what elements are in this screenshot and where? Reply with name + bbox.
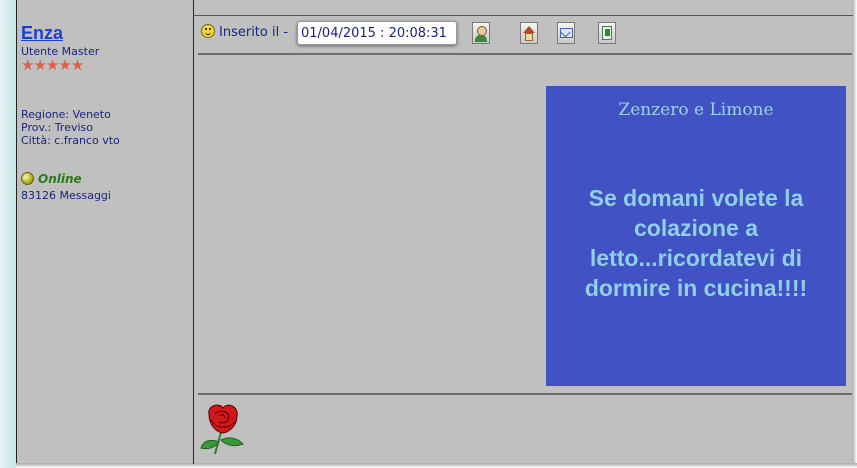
bottom-shadow — [16, 463, 857, 468]
inserted-label: Inserito il - — [219, 25, 289, 40]
quote-icon[interactable] — [598, 22, 616, 44]
message-card: Zenzero e Limone Se domani volete la col… — [546, 86, 846, 386]
online-icon — [21, 172, 34, 185]
rank-stars: ★★★★★ — [21, 56, 84, 74]
card-title: Zenzero e Limone — [618, 100, 774, 120]
message-count: 83126 Messaggi — [21, 189, 111, 202]
smiley-icon — [201, 24, 215, 38]
card-text: Se domani volete la colazione a letto...… — [584, 185, 808, 301]
email-icon[interactable] — [557, 22, 575, 44]
left-margin — [0, 0, 16, 468]
column-divider — [193, 0, 194, 464]
post-timestamp: 01/04/2015 : 20:08:31 — [297, 21, 457, 45]
author-province: Prov.: Treviso — [21, 121, 93, 134]
author-region: Regione: Veneto — [21, 108, 111, 121]
top-rule — [193, 15, 853, 16]
header-rule — [198, 53, 852, 55]
author-city: Città: c.franco vto — [21, 134, 120, 147]
rose-icon — [200, 404, 244, 455]
right-shadow — [852, 0, 857, 468]
forum-post: Enza Utente Master ★★★★★ Regione: Veneto… — [0, 0, 857, 468]
author-name-link[interactable]: Enza — [21, 23, 63, 44]
profile-icon[interactable] — [472, 22, 490, 44]
signature-rule — [198, 393, 852, 395]
home-icon[interactable] — [520, 22, 538, 44]
online-label: Online — [38, 172, 82, 186]
